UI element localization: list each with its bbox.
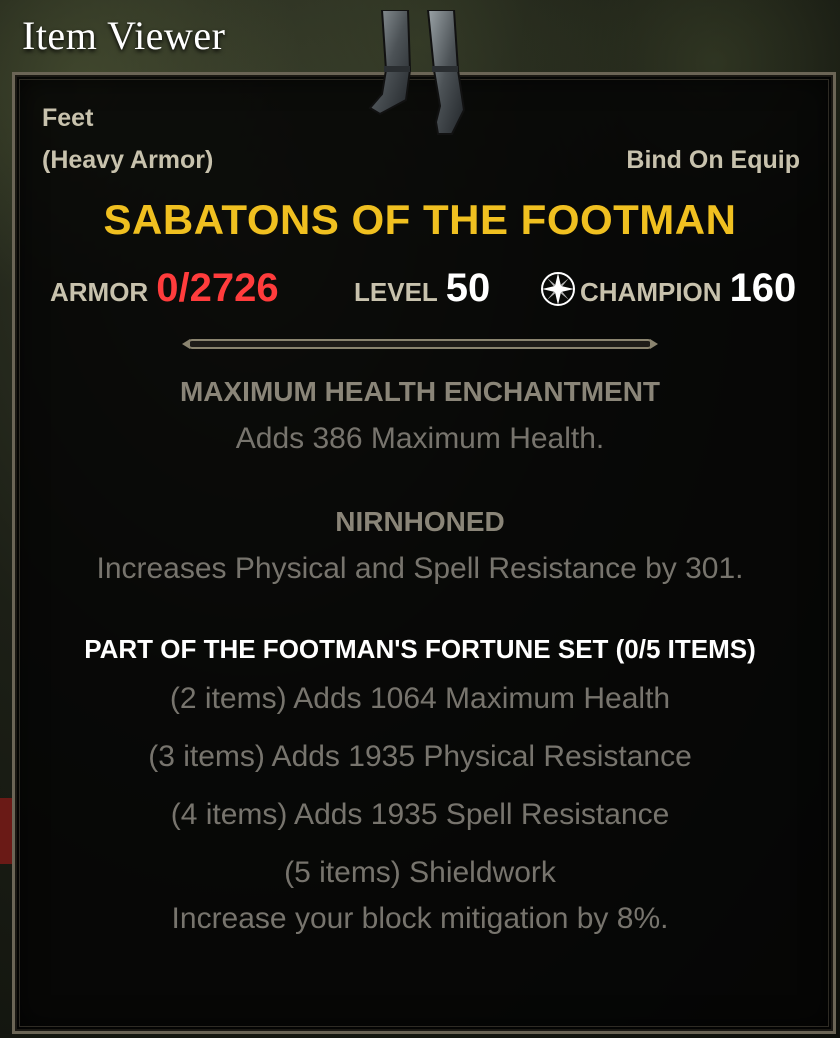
set-bonus-5-description: Increase your block mitigation by 8%. xyxy=(171,902,669,935)
trait-title: NIRNHONED xyxy=(335,506,505,537)
item-slot: Feet xyxy=(42,104,94,132)
set-bonus-2: (2 items) Adds 1064 Maximum Health xyxy=(169,682,671,715)
enchantment-text: Adds 386 Maximum Health. xyxy=(235,422,605,455)
section-divider xyxy=(182,339,658,349)
set-title: PART OF THE FOOTMAN'S FORTUNE SET (0/5 I… xyxy=(84,634,756,664)
sabatons-boots-icon xyxy=(368,10,466,135)
champion-star-icon xyxy=(541,272,575,306)
bind-type: Bind On Equip xyxy=(626,146,800,174)
set-bonus-5: (5 items) Shieldwork xyxy=(284,856,556,889)
champion-value: 160 xyxy=(729,266,797,310)
level-stat: LEVEL 50 xyxy=(354,266,490,311)
level-value: 50 xyxy=(445,266,491,310)
armor-stat: ARMOR 0/2726 xyxy=(50,266,279,311)
armor-type: (Heavy Armor) xyxy=(42,146,214,174)
armor-label: ARMOR xyxy=(50,277,149,307)
item-name: SABATONS OF THE FOOTMAN xyxy=(103,196,737,243)
level-label: LEVEL xyxy=(354,277,438,307)
set-bonus-4: (4 items) Adds 1935 Spell Resistance xyxy=(170,798,670,831)
champion-stat: CHAMPION 160 xyxy=(540,266,796,311)
trait-text: Increases Physical and Spell Resistance … xyxy=(96,552,744,585)
enchantment-title: MAXIMUM HEALTH ENCHANTMENT xyxy=(179,376,661,407)
champion-label: CHAMPION xyxy=(580,277,722,307)
window-title: Item Viewer xyxy=(22,13,226,58)
set-bonus-3: (3 items) Adds 1935 Physical Resistance xyxy=(148,740,692,773)
armor-value: 0/2726 xyxy=(156,266,279,310)
